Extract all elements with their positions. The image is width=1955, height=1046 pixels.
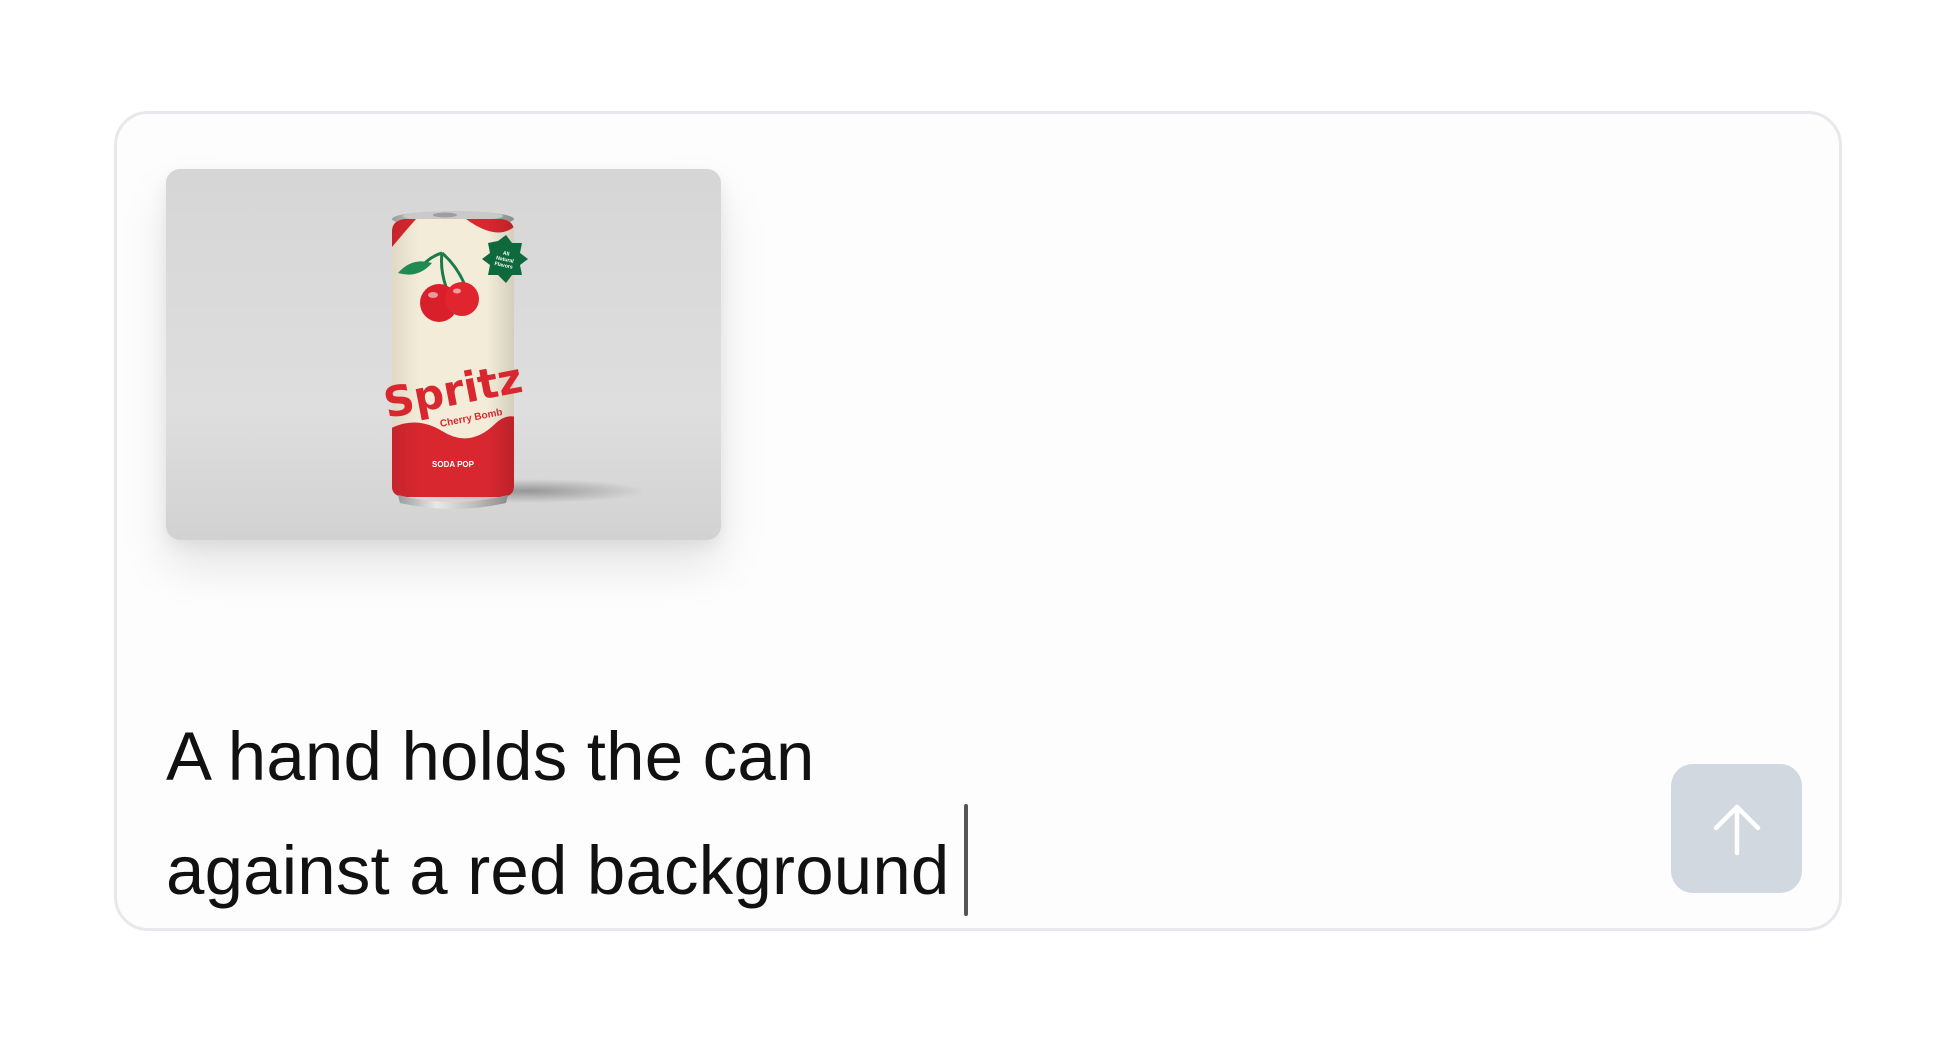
prompt-line-2: against a red background	[166, 804, 1566, 918]
soda-can-image: All Natural Flavors Spritz Cherry Bomb S…	[166, 169, 721, 540]
prompt-input[interactable]: A hand holds the can against a red backg…	[166, 710, 1566, 918]
prompt-composer: All Natural Flavors Spritz Cherry Bomb S…	[114, 111, 1842, 931]
text-caret	[963, 804, 968, 916]
arrow-up-icon	[1713, 804, 1760, 855]
attached-image[interactable]: All Natural Flavors Spritz Cherry Bomb S…	[166, 169, 721, 540]
prompt-line-2-text: against a red background	[166, 832, 950, 909]
prompt-line-1: A hand holds the can	[166, 718, 815, 795]
send-button[interactable]	[1671, 764, 1802, 893]
can-subtitle-text: SODA POP	[432, 460, 475, 469]
